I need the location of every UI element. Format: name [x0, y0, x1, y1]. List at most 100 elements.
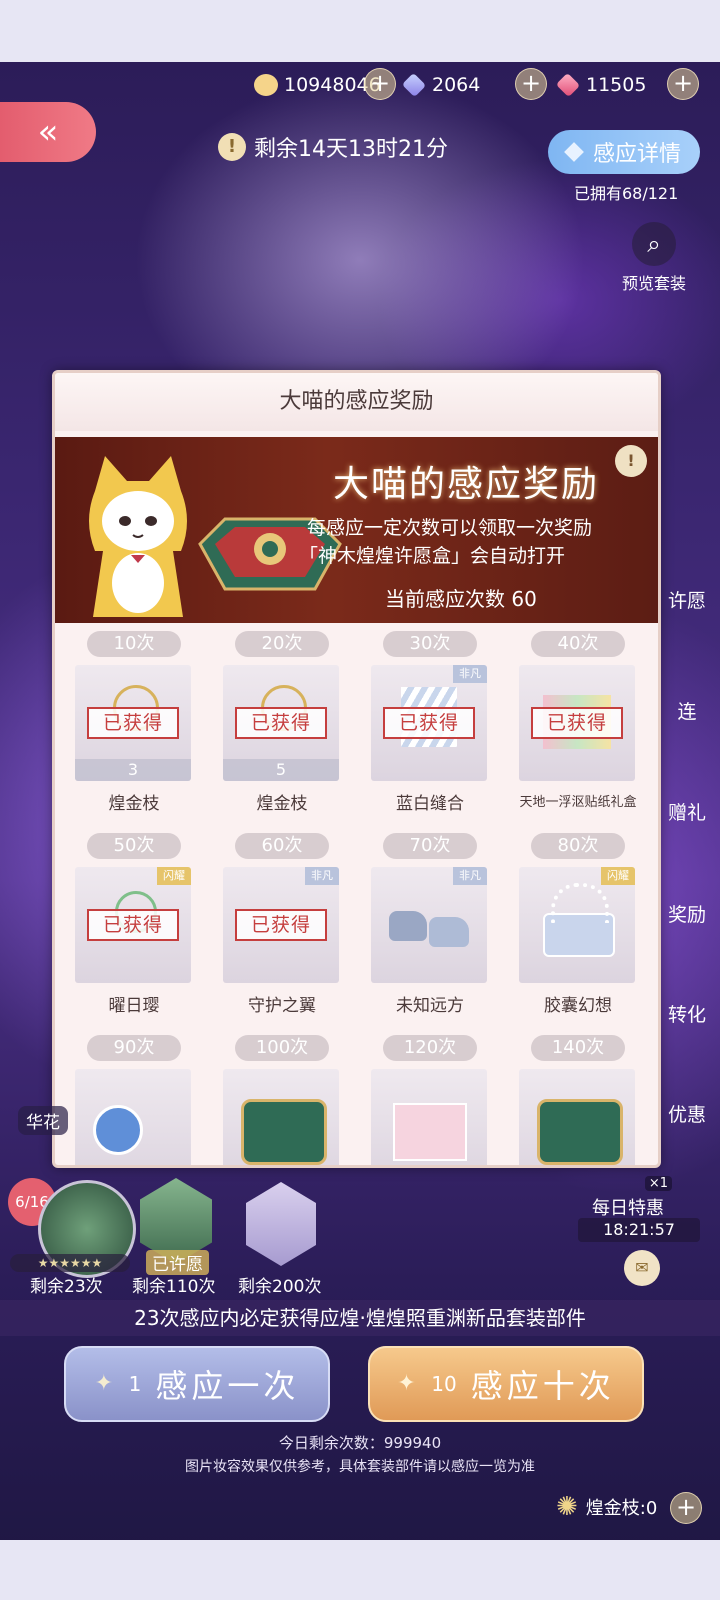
menu-ten[interactable]: 连 — [654, 697, 720, 724]
reward-name: 曜日璎 — [108, 996, 160, 1016]
menu-convert[interactable]: 转化 — [654, 1000, 720, 1027]
exclamation-icon: ! — [218, 133, 246, 161]
daily-deal-button[interactable]: ×1 每日特惠 18:21:57 — [578, 1158, 700, 1244]
draw-once-button[interactable]: ✦ 1 感应一次 — [64, 1346, 330, 1422]
reward-card: 闪耀 — [519, 867, 635, 983]
status-bar-area — [0, 0, 720, 62]
timer-text: 剩余14天13时21分 — [254, 137, 448, 162]
shoes-icon — [389, 901, 469, 949]
reward-quantity: 3 — [75, 759, 191, 781]
golden-branch-counter: ✺ 煌金枝:0 — [556, 1490, 657, 1524]
daily-deal-badge: ×1 — [644, 1176, 672, 1191]
reward-quantity: 5 — [223, 759, 339, 781]
diamond-counter: 2064 — [401, 70, 480, 100]
preview-label: 预览套装 — [621, 274, 686, 293]
star-emblem-icon: ✦ — [94, 1371, 114, 1396]
reward-card: 非凡 已获得 — [223, 867, 339, 983]
banner-info-button[interactable]: ! — [615, 445, 647, 477]
exclamation-icon: ! — [627, 451, 635, 470]
reward-count-badge: 20次 — [235, 631, 329, 657]
menu-ten-label: 连 — [677, 701, 697, 723]
menu-gift-label: 赠礼 — [667, 802, 706, 824]
pink-crystal-icon — [555, 72, 581, 98]
reward-name: 未知远方 — [396, 996, 464, 1016]
disclaimer-text: 图片妆容效果仅供参考，具体套装部件请以感应一览为准 — [185, 1459, 535, 1475]
cat-coin-counter: 10948046 — [254, 70, 381, 100]
double-chevron-left-icon: « — [37, 112, 59, 152]
pink-crystal-value: 11505 — [586, 74, 647, 96]
reward-count-badge: 40次 — [531, 631, 625, 657]
claimed-stamp: 已获得 — [383, 707, 475, 739]
draw-once-cost: 1 — [128, 1372, 142, 1396]
cat-mascot-illustration — [89, 456, 187, 617]
claimed-stamp: 已获得 — [87, 909, 179, 941]
claimed-stamp: 已获得 — [531, 707, 623, 739]
daily-deal-timer: 18:21:57 — [578, 1218, 700, 1242]
remaining-label-1: 剩余23次 — [30, 1277, 103, 1297]
magnifier-icon: ⌕ — [632, 222, 676, 266]
banner-desc-line2: 「神木煌煌许愿盒」会自动打开 — [299, 545, 566, 567]
menu-convert-label: 转化 — [667, 1004, 706, 1026]
reward-card: 闪耀 已获得 — [75, 867, 191, 983]
reward-name: 守护之翼 — [248, 996, 316, 1016]
navigation-bar-area — [0, 1540, 720, 1600]
side-label: 华花 — [18, 1106, 68, 1135]
reward-card: 已获得 5 — [223, 665, 339, 781]
owned-count: 已拥有68/121 — [574, 184, 679, 203]
preview-outfit-button[interactable]: ⌕ 预览套装 — [616, 222, 692, 294]
draw-ten-cost: 10 — [431, 1372, 457, 1396]
detail-button-label: 感应详情 — [592, 142, 681, 167]
mail-button[interactable]: ✉ — [624, 1250, 660, 1286]
reward-count-badge: 120次 — [383, 1035, 477, 1061]
reward-name: 煌金枝 — [256, 794, 308, 814]
reward-card — [223, 1069, 339, 1165]
golden-branch-value: 煌金枝:0 — [585, 1498, 658, 1519]
avatar-frame-icon — [93, 1105, 143, 1155]
wish-box-icon — [241, 1099, 327, 1165]
menu-wish-label: 许愿 — [667, 590, 706, 612]
golden-branch-icon: ✺ — [556, 1492, 578, 1522]
claimed-stamp: 已获得 — [87, 707, 179, 739]
reward-card: 非凡 已获得 — [371, 665, 487, 781]
menu-deal[interactable]: 优惠 — [654, 1100, 720, 1127]
reward-name: 蓝白缝合 — [396, 794, 464, 814]
reward-name: 煌金枝 — [108, 794, 160, 814]
banner-title: 大喵的感应奖励 — [333, 464, 600, 505]
menu-gift[interactable]: 赠礼 — [654, 798, 720, 825]
draw-once-label: 感应一次 — [155, 1367, 300, 1405]
pink-crystal-counter: 11505 — [555, 70, 647, 100]
reward-modal: 大喵的感应奖励 大喵的感应奖励 ! 每感应一定次数可以领取一次奖励 「神木煌煌许… — [52, 370, 661, 1168]
detail-button[interactable]: 感应详情 — [548, 130, 700, 174]
reward-card — [371, 1069, 487, 1165]
reward-card: 已获得 3 — [75, 665, 191, 781]
reward-count-badge: 10次 — [87, 631, 181, 657]
remaining-label-2: 剩余110次 — [132, 1277, 216, 1297]
add-golden-branch-button[interactable]: + — [670, 1492, 702, 1524]
draw-ten-label: 感应十次 — [470, 1367, 615, 1405]
rarity-tag: 非凡 — [453, 665, 487, 683]
reward-name: 胶囊幻想 — [544, 996, 612, 1016]
reward-name: 天地一浮沤贴纸礼盒 — [519, 795, 637, 810]
reward-card — [75, 1069, 191, 1165]
reward-banner: 大喵的感应奖励 ! 每感应一定次数可以领取一次奖励 「神木煌煌许愿盒」会自动打开… — [55, 437, 658, 623]
menu-reward[interactable]: 奖励 — [654, 900, 720, 927]
add-cat-coin-button[interactable]: + — [364, 68, 396, 100]
draw-ten-button[interactable]: ✦ 10 感应十次 — [368, 1346, 644, 1422]
rating-stars: ★★★★★★ — [10, 1254, 130, 1272]
menu-reward-label: 奖励 — [667, 904, 706, 926]
add-diamond-button[interactable]: + — [515, 68, 547, 100]
menu-wish[interactable]: 许愿 — [654, 586, 720, 613]
banner-desc-line1: 每感应一定次数可以领取一次奖励 — [307, 517, 593, 539]
reward-count-badge: 70次 — [383, 833, 477, 859]
current-count: 当前感应次数 60 — [385, 587, 537, 611]
star-emblem-icon: ✦ — [397, 1371, 416, 1396]
reward-count-badge: 30次 — [383, 631, 477, 657]
diamond-small-icon — [564, 142, 584, 162]
pearl-strap-icon — [551, 883, 609, 923]
reward-count-badge: 80次 — [531, 833, 625, 859]
back-button[interactable]: « — [0, 102, 96, 162]
add-pink-crystal-button[interactable]: + — [667, 68, 699, 100]
cat-coin-icon — [254, 74, 278, 96]
wish-box-icon — [537, 1099, 623, 1165]
reward-count-badge: 100次 — [235, 1035, 329, 1061]
